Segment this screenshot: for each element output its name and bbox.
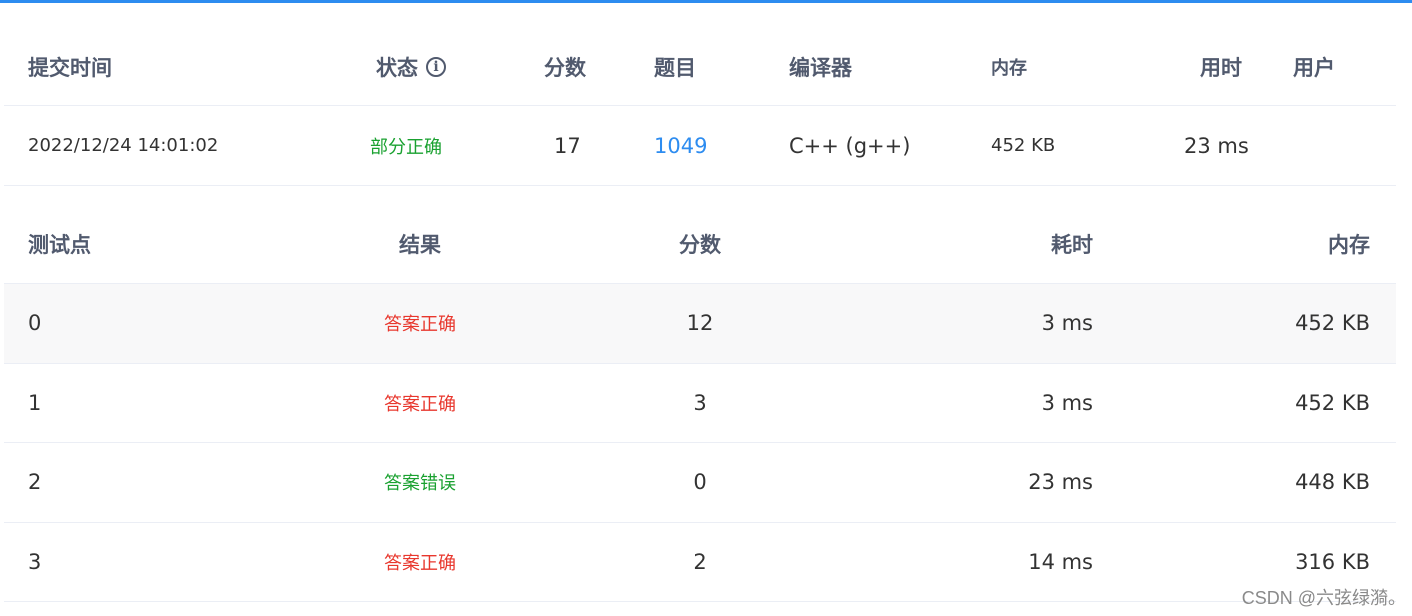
header-case-score: 分数 — [679, 232, 721, 257]
table-row: 3 答案正确 2 14 ms 316 KB — [4, 523, 1396, 602]
top-accent-bar — [0, 0, 1412, 3]
watermark: CSDN @六弦绿漪。 — [1241, 588, 1406, 608]
submission-row: 2022/12/24 14:01:02 部分正确 17 1049 C++ (g+… — [4, 106, 1396, 186]
testcase-duration: 14 ms — [1028, 549, 1093, 574]
submission-memory: 452 KB — [991, 135, 1056, 156]
header-status-label: 状态 — [376, 55, 418, 80]
testcase-duration: 3 ms — [1041, 311, 1093, 336]
testcase-score: 0 — [693, 470, 707, 495]
info-icon[interactable]: i — [426, 56, 446, 77]
header-duration: 用时 — [1200, 55, 1242, 80]
testcase-score: 2 — [693, 549, 707, 574]
submission-duration: 23 ms — [1184, 133, 1249, 158]
header-case-duration: 耗时 — [1051, 232, 1093, 257]
problem-link[interactable]: 1049 — [654, 106, 707, 185]
header-user: 用户 — [1293, 55, 1335, 80]
table-row: 1 答案正确 3 3 ms 452 KB — [4, 364, 1396, 443]
submission-header-row: 提交时间 状态 i 分数 题目 编译器 内存 用时 用户 — [4, 28, 1396, 106]
testcase-duration: 3 ms — [1041, 390, 1093, 415]
header-case-memory: 内存 — [1328, 232, 1370, 257]
testcase-result: 答案正确 — [384, 314, 456, 336]
testcase-id: 3 — [28, 549, 42, 574]
table-row: 2 答案错误 0 23 ms 448 KB — [4, 443, 1396, 523]
testcase-id: 0 — [28, 311, 42, 336]
testcase-duration: 23 ms — [1028, 470, 1093, 495]
testcase-memory: 452 KB — [1295, 311, 1370, 336]
header-compiler: 编译器 — [789, 55, 852, 80]
testcase-id: 2 — [28, 470, 42, 495]
header-problem: 题目 — [654, 55, 696, 80]
testcase-id: 1 — [28, 390, 42, 415]
testcase-score: 3 — [693, 390, 707, 415]
testcase-result: 答案正确 — [384, 393, 456, 415]
testcase-result: 答案正确 — [384, 552, 456, 574]
header-result: 结果 — [399, 232, 441, 257]
header-submit-time: 提交时间 — [28, 55, 112, 80]
testcase-memory: 448 KB — [1295, 470, 1370, 495]
testcase-header-row: 测试点 结果 分数 耗时 内存 — [4, 204, 1396, 284]
testcase-result: 答案错误 — [384, 473, 456, 495]
testcase-memory: 452 KB — [1295, 390, 1370, 415]
submission-table: 提交时间 状态 i 分数 题目 编译器 内存 用时 用户 2022/12/24 … — [4, 28, 1396, 186]
submission-time: 2022/12/24 14:01:02 — [28, 135, 219, 156]
submission-compiler: C++ (g++) — [789, 133, 911, 158]
table-row: 0 答案正确 12 3 ms 452 KB — [4, 284, 1396, 364]
testcase-score: 12 — [686, 311, 714, 336]
header-testcase: 测试点 — [28, 232, 91, 257]
header-score: 分数 — [544, 55, 586, 80]
submission-score: 17 — [554, 133, 581, 158]
header-status: 状态 i — [376, 28, 446, 105]
header-memory: 内存 — [991, 57, 1027, 79]
testcase-table: 测试点 结果 分数 耗时 内存 0 答案正确 12 3 ms 452 KB 1 … — [4, 204, 1396, 602]
submission-status: 部分正确 — [370, 136, 442, 158]
